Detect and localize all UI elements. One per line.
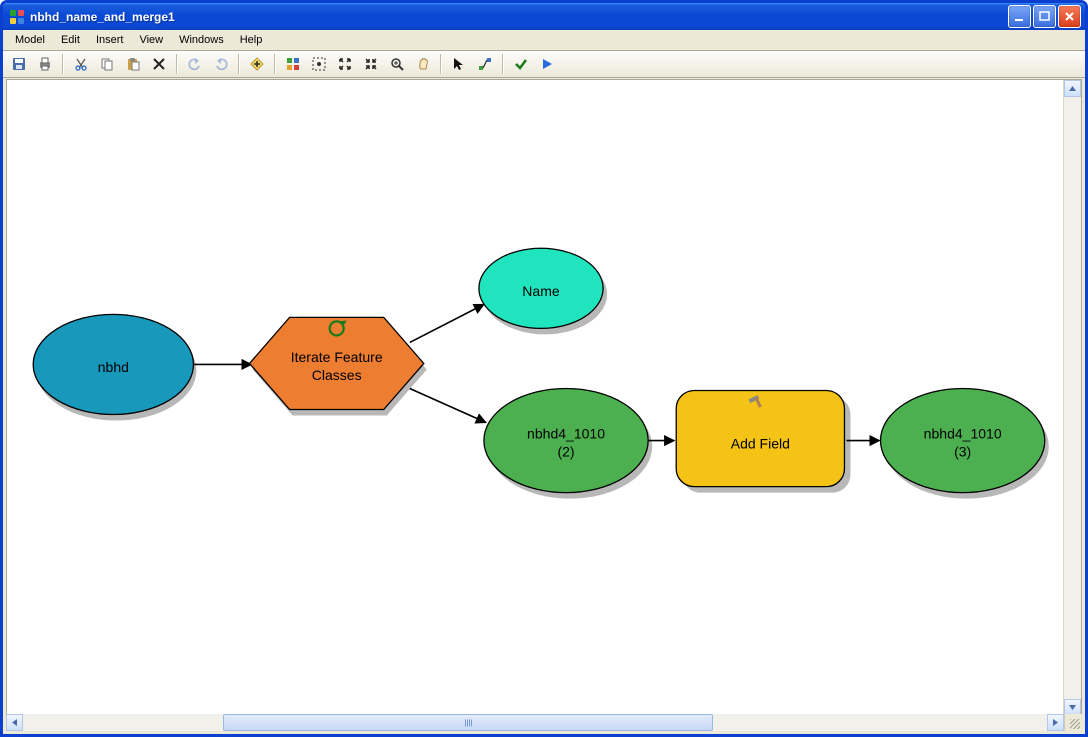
scroll-right-icon[interactable] — [1047, 714, 1064, 731]
window-controls — [1008, 5, 1081, 28]
toolbar — [3, 51, 1085, 78]
pan-icon[interactable] — [411, 52, 435, 76]
horizontal-scroll-track[interactable] — [23, 714, 1047, 731]
node-output-final-label-1: nbhd4_1010 — [924, 425, 1002, 441]
validate-icon[interactable] — [509, 52, 533, 76]
menu-help[interactable]: Help — [232, 32, 271, 48]
delete-icon[interactable] — [147, 52, 171, 76]
connect-icon[interactable] — [473, 52, 497, 76]
app-icon — [9, 9, 25, 25]
minimize-button[interactable] — [1008, 5, 1031, 28]
window-title: nbhd_name_and_merge1 — [30, 10, 1008, 24]
node-output-final-label-2: (3) — [954, 443, 971, 459]
connector-iterator-to-name[interactable] — [410, 304, 484, 342]
menu-edit[interactable]: Edit — [53, 32, 88, 48]
toolbar-separator — [238, 54, 240, 74]
undo-icon[interactable] — [183, 52, 207, 76]
node-iterator-label-1: Iterate Feature — [291, 349, 383, 365]
node-tool-label: Add Field — [731, 435, 790, 451]
connector-iterator-to-fc[interactable] — [410, 388, 486, 422]
zoom-in-fixed-icon[interactable] — [333, 52, 357, 76]
menu-model[interactable]: Model — [7, 32, 53, 48]
scroll-up-icon[interactable] — [1064, 80, 1081, 97]
menu-windows[interactable]: Windows — [171, 32, 232, 48]
node-tool-add-field[interactable]: Add Field — [676, 390, 850, 492]
toolbar-separator — [176, 54, 178, 74]
node-derived-fc-label-1: nbhd4_1010 — [527, 425, 605, 441]
menu-insert[interactable]: Insert — [88, 32, 132, 48]
copy-icon[interactable] — [95, 52, 119, 76]
toolbar-separator — [274, 54, 276, 74]
select-icon[interactable] — [447, 52, 471, 76]
model-canvas-frame: nbhd Iterate Feature Classes — [6, 79, 1082, 717]
run-icon[interactable] — [535, 52, 559, 76]
node-input-nbhd[interactable]: nbhd — [33, 314, 196, 420]
model-canvas[interactable]: nbhd Iterate Feature Classes — [7, 80, 1081, 716]
zoom-tool-icon[interactable] — [385, 52, 409, 76]
auto-layout-icon[interactable] — [281, 52, 305, 76]
toolbar-separator — [440, 54, 442, 74]
zoom-out-fixed-icon[interactable] — [359, 52, 383, 76]
maximize-button[interactable] — [1033, 5, 1056, 28]
node-derived-fc[interactable]: nbhd4_1010 (2) — [484, 388, 652, 498]
node-derived-fc-label-2: (2) — [557, 443, 574, 459]
full-extent-icon[interactable] — [307, 52, 331, 76]
print-icon[interactable] — [33, 52, 57, 76]
horizontal-scrollbar[interactable] — [6, 714, 1082, 731]
toolbar-separator — [502, 54, 504, 74]
save-icon[interactable] — [7, 52, 31, 76]
menubar: Model Edit Insert View Windows Help — [3, 30, 1085, 51]
node-iterator-label-2: Classes — [312, 367, 362, 383]
toolbar-separator — [62, 54, 64, 74]
node-iterator[interactable]: Iterate Feature Classes — [250, 317, 427, 415]
redo-icon[interactable] — [209, 52, 233, 76]
node-input-label: nbhd — [98, 359, 129, 375]
cut-icon[interactable] — [69, 52, 93, 76]
vertical-scrollbar[interactable] — [1063, 80, 1081, 716]
horizontal-scroll-thumb[interactable] — [223, 714, 713, 731]
resize-grip-icon[interactable] — [1064, 714, 1082, 731]
app-window: nbhd_name_and_merge1 Model Edit Insert V… — [0, 0, 1088, 737]
close-button[interactable] — [1058, 5, 1081, 28]
node-output-final[interactable]: nbhd4_1010 (3) — [881, 388, 1049, 498]
diagram-svg: nbhd Iterate Feature Classes — [7, 80, 1081, 716]
vertical-scroll-track[interactable] — [1064, 97, 1081, 699]
paste-icon[interactable] — [121, 52, 145, 76]
node-output-name[interactable]: Name — [479, 248, 607, 334]
scroll-left-icon[interactable] — [6, 714, 23, 731]
add-data-icon[interactable] — [245, 52, 269, 76]
node-output-name-label: Name — [522, 283, 560, 299]
titlebar[interactable]: nbhd_name_and_merge1 — [3, 3, 1085, 30]
menu-view[interactable]: View — [131, 32, 171, 48]
